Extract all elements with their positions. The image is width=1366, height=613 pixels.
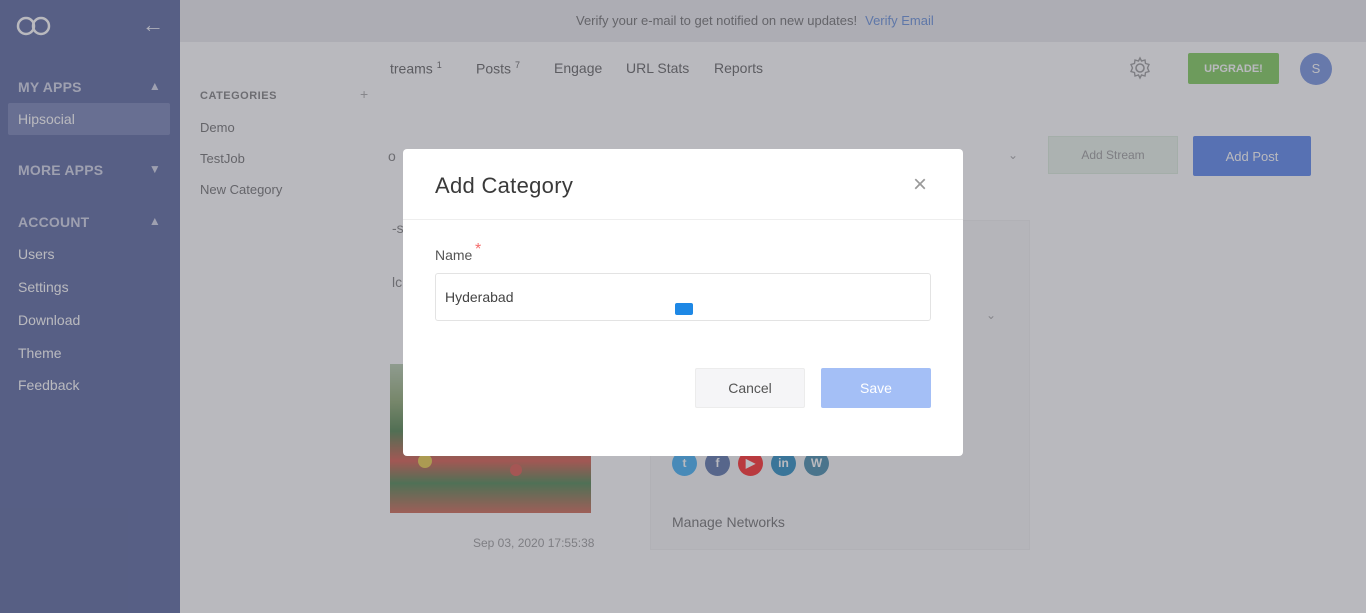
save-button[interactable]: Save	[821, 368, 931, 408]
cancel-button[interactable]: Cancel	[695, 368, 805, 408]
add-category-dialog: Add Category × Name * Cancel Save	[403, 149, 963, 456]
close-icon[interactable]: ×	[913, 171, 927, 199]
dialog-title: Add Category	[435, 173, 574, 198]
required-asterisk: *	[475, 241, 482, 258]
mouse-cursor-indicator	[675, 303, 693, 315]
name-label: Name	[435, 247, 473, 263]
dialog-header: Add Category ×	[403, 149, 963, 220]
